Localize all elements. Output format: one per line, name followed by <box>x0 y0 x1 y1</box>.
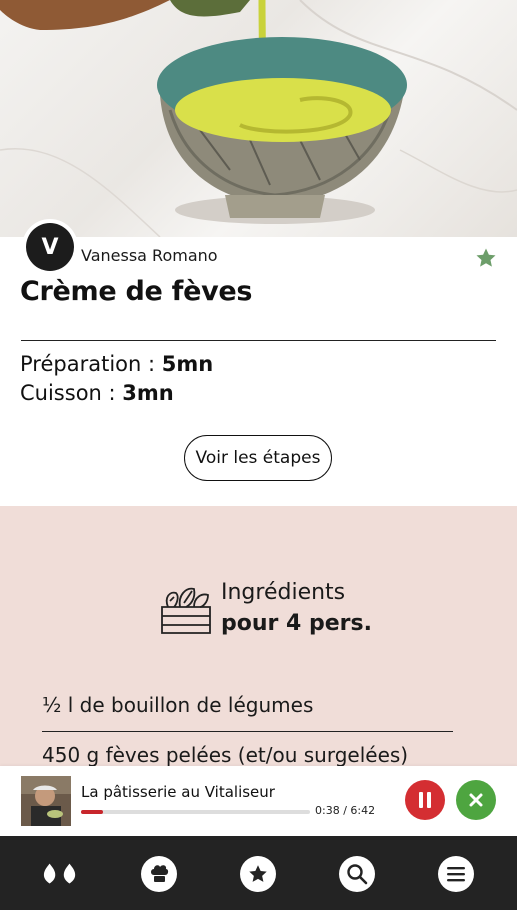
author-initial: V <box>26 223 74 271</box>
ingredients-heading: Ingrédients <box>221 580 346 605</box>
servings-label: pour 4 pers. <box>221 611 372 636</box>
view-steps-button[interactable]: Voir les étapes <box>184 435 332 481</box>
player-thumbnail[interactable] <box>21 776 71 826</box>
close-icon <box>469 793 483 807</box>
author-name[interactable]: Vanessa Romano <box>81 246 218 265</box>
cook-time-value: 3mn <box>122 381 174 405</box>
nav-drops-icon[interactable] <box>42 856 78 892</box>
player-progress-bar[interactable] <box>81 810 310 814</box>
prep-time-value: 5mn <box>161 352 214 376</box>
recipe-title: Crème de fèves <box>20 276 253 307</box>
player-progress-fill <box>81 810 103 814</box>
ingredient-divider <box>42 731 453 732</box>
player-time: 0:38 / 6:42 <box>315 804 376 817</box>
cook-time-label: Cuisson : <box>20 381 123 405</box>
nav-star-icon[interactable] <box>240 856 276 892</box>
nav-search-icon[interactable] <box>339 856 375 892</box>
prep-time-label: Préparation : <box>20 352 162 376</box>
close-player-button[interactable] <box>456 780 496 820</box>
vegetable-crate-icon <box>160 583 212 641</box>
author-avatar[interactable]: V <box>22 219 78 275</box>
recipe-hero-image <box>0 0 517 237</box>
soup-bowl-illustration <box>0 0 517 237</box>
nav-menu-icon[interactable] <box>438 856 474 892</box>
nav-chef-hat-icon[interactable] <box>141 856 177 892</box>
player-title[interactable]: La pâtisserie au Vitaliseur <box>81 783 275 801</box>
divider <box>21 340 496 341</box>
favorite-star-icon[interactable] <box>474 246 498 270</box>
pause-button[interactable] <box>405 780 445 820</box>
pause-icon <box>419 792 431 808</box>
ingredient-item: ½ l de bouillon de légumes <box>42 693 314 717</box>
prep-time: Préparation : 5mn <box>20 352 213 376</box>
ingredient-item: 450 g fèves pelées (et/ou surgelées) <box>42 743 409 767</box>
cook-time: Cuisson : 3mn <box>20 381 174 405</box>
